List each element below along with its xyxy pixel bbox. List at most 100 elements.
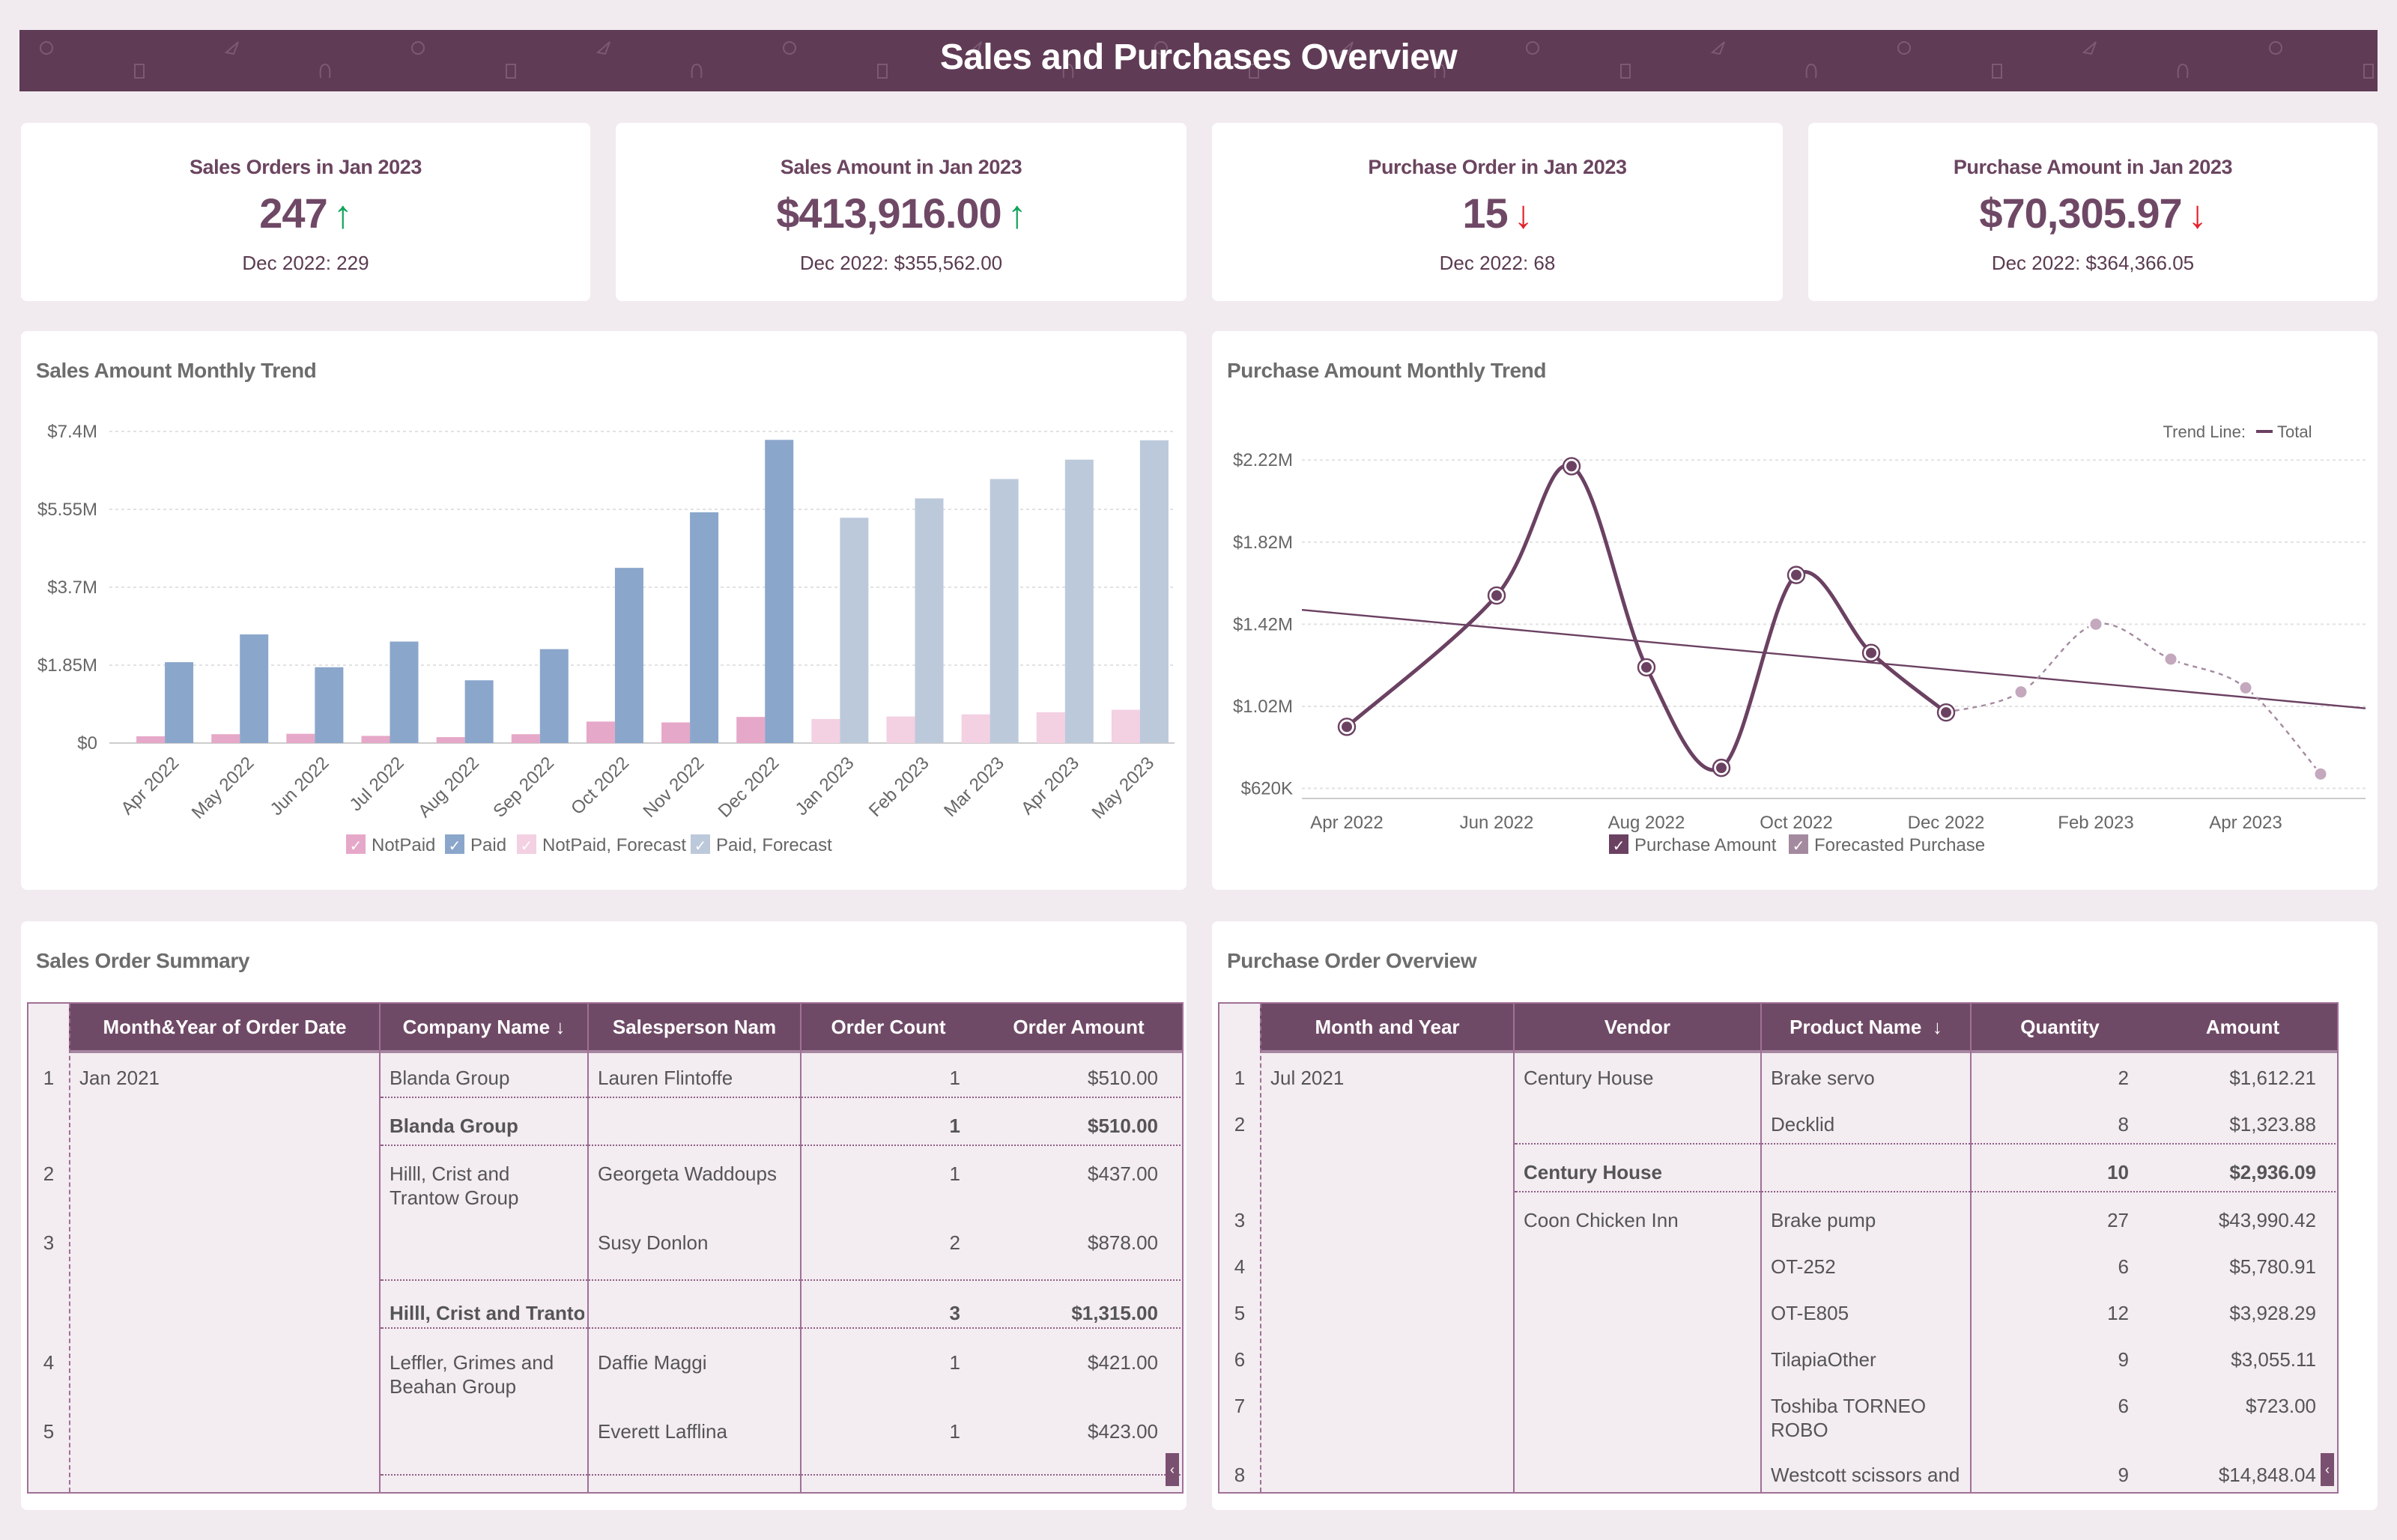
bar-paid bbox=[765, 440, 794, 743]
product-name-cell: Westcott scissors and bbox=[1771, 1464, 1960, 1486]
kpi-title: Sales Amount in Jan 2023 bbox=[780, 156, 1022, 178]
legend-label: NotPaid, Forecast bbox=[542, 835, 686, 855]
kpi-title: Purchase Amount in Jan 2023 bbox=[1953, 156, 2233, 178]
row-number: 2 bbox=[1234, 1113, 1246, 1136]
trend-legend-item: Total bbox=[2277, 422, 2312, 441]
column-header-month-year[interactable]: Month&Year of Order Date bbox=[70, 1004, 379, 1050]
kpi-card-purchase-amount[interactable]: Purchase Amount in Jan 2023 $70,305.97 ↓ … bbox=[1808, 123, 2378, 301]
sales-order-table[interactable]: Month&Year of Order Date Company Name ↓ … bbox=[27, 1002, 1184, 1494]
legend-label: Paid, Forecast bbox=[716, 835, 832, 855]
bar-notpaid-forecast bbox=[961, 714, 990, 743]
row-number: 5 bbox=[43, 1420, 55, 1443]
y-tick-label: $2.22M bbox=[1233, 450, 1293, 470]
purchase-order-table[interactable]: Month and Year Vendor Product Name ↓ Qua… bbox=[1218, 1002, 2339, 1494]
legend-item: ✓ NotPaid bbox=[346, 834, 435, 855]
month-year-cell: Jan 2021 bbox=[79, 1067, 160, 1089]
product-name-cell: OT-E805 bbox=[1771, 1302, 1849, 1324]
row-number: 2 bbox=[43, 1162, 55, 1185]
purchase-chart-panel: Purchase Amount Monthly Trend $620K $1.02… bbox=[1212, 331, 2378, 890]
row-number: 4 bbox=[1234, 1255, 1246, 1278]
scroll-left-handle[interactable]: ‹ bbox=[2321, 1453, 2334, 1486]
order-amount-cell: $878.00 bbox=[1088, 1231, 1158, 1254]
column-header-vendor[interactable]: Vendor bbox=[1515, 1004, 1760, 1050]
amount-cell: $3,055.11 bbox=[2231, 1348, 2316, 1371]
bar-notpaid bbox=[286, 733, 315, 743]
divider bbox=[1970, 1004, 1972, 1492]
column-header-month-year[interactable]: Month and Year bbox=[1261, 1004, 1513, 1050]
column-header-amount[interactable]: Amount bbox=[2150, 1004, 2336, 1050]
legend-item: ✓ Purchase Amount bbox=[1609, 834, 1777, 855]
quantity-cell: 12 bbox=[2107, 1302, 2129, 1324]
data-point-inner bbox=[1791, 569, 1801, 580]
sort-descending-icon[interactable]: ↓ bbox=[555, 1016, 565, 1038]
order-count-cell: 1 bbox=[949, 1420, 960, 1443]
row-divider bbox=[381, 1279, 1181, 1281]
forecast-point bbox=[2237, 679, 2254, 696]
y-tick-label: $5.55M bbox=[37, 500, 97, 520]
company-name-cell: Blanda Group bbox=[390, 1115, 518, 1137]
bar-paid-forecast bbox=[1139, 440, 1169, 743]
order-count-cell: 3 bbox=[949, 1302, 960, 1324]
column-header-salesperson[interactable]: Salesperson Nam bbox=[589, 1004, 800, 1050]
divider bbox=[1513, 1004, 1515, 1492]
product-name-cell: Brake pump bbox=[1771, 1209, 1876, 1231]
x-tick-label: Apr 2023 bbox=[1017, 753, 1083, 819]
company-name-cell: Hilll, Crist and Trantow bbox=[390, 1302, 584, 1324]
order-amount-cell: $437.00 bbox=[1088, 1162, 1158, 1185]
kpi-value: 15 ↓ bbox=[1212, 190, 1783, 238]
row-number: 4 bbox=[43, 1351, 55, 1374]
divider bbox=[587, 1004, 589, 1492]
legend-item: ✓ Paid bbox=[445, 834, 506, 855]
y-tick-label: $1.42M bbox=[1233, 614, 1293, 634]
row-number: 6 bbox=[1234, 1348, 1246, 1371]
bar-notpaid bbox=[511, 734, 540, 743]
check-icon: ✓ bbox=[449, 838, 461, 855]
order-count-cell: 1 bbox=[949, 1115, 960, 1137]
row-number: 1 bbox=[1234, 1067, 1246, 1089]
kpi-card-sales-orders[interactable]: Sales Orders in Jan 2023 247 ↑ Dec 2022: … bbox=[21, 123, 590, 301]
row-divider bbox=[381, 1327, 1181, 1329]
order-amount-cell: $421.00 bbox=[1088, 1351, 1158, 1374]
salesperson-cell: Lauren Flintoffe bbox=[598, 1067, 733, 1089]
x-tick-label: Jun 2022 bbox=[267, 753, 333, 819]
product-name-cell: Decklid bbox=[1771, 1113, 1835, 1136]
check-icon: ✓ bbox=[1793, 838, 1805, 855]
x-tick-label: Dec 2022 bbox=[1908, 813, 1985, 833]
kpi-card-sales-amount[interactable]: Sales Amount in Jan 2023 $413,916.00 ↑ De… bbox=[616, 123, 1187, 301]
month-year-cell: Jul 2021 bbox=[1270, 1067, 1345, 1089]
bar-notpaid bbox=[136, 736, 166, 743]
sort-descending-icon[interactable]: ↓ bbox=[1933, 1016, 1942, 1038]
column-header-product-name[interactable]: Product Name ↓ bbox=[1762, 1004, 1970, 1050]
sales-table-title: Sales Order Summary bbox=[36, 948, 249, 972]
kpi-card-purchase-orders[interactable]: Purchase Order in Jan 2023 15 ↓ Dec 2022:… bbox=[1212, 123, 1783, 301]
x-tick-label: May 2023 bbox=[1088, 753, 1159, 823]
dashboard-header-banner: Sales and Purchases Overview bbox=[19, 30, 2378, 91]
x-tick-label: Mar 2023 bbox=[940, 753, 1008, 821]
scroll-left-handle[interactable]: ‹ bbox=[1166, 1453, 1179, 1486]
row-number: 1 bbox=[43, 1067, 55, 1089]
dashboard: Sales and Purchases Overview Sales Order… bbox=[0, 0, 2397, 1540]
bar-notpaid bbox=[361, 736, 390, 743]
arrow-down-icon: ↓ bbox=[2187, 192, 2207, 237]
row-divider bbox=[1515, 1143, 2336, 1145]
row-divider bbox=[381, 1145, 1181, 1146]
column-header-order-amount[interactable]: Order Amount bbox=[977, 1004, 1181, 1050]
data-point-inner bbox=[1491, 590, 1502, 601]
x-tick-label: Jan 2023 bbox=[792, 753, 858, 819]
bar-notpaid bbox=[211, 734, 240, 743]
x-tick-label: Oct 2022 bbox=[1760, 813, 1832, 833]
y-tick-label: $620K bbox=[1241, 779, 1293, 799]
column-header-order-count[interactable]: Order Count bbox=[801, 1004, 975, 1050]
column-header-company-name[interactable]: Company Name ↓ bbox=[381, 1004, 587, 1050]
kpi-value: $413,916.00 ↑ bbox=[616, 190, 1187, 238]
row-number: 5 bbox=[1234, 1302, 1246, 1324]
check-icon: ✓ bbox=[350, 838, 363, 855]
bar-paid bbox=[165, 662, 194, 743]
column-header-quantity[interactable]: Quantity bbox=[1972, 1004, 2148, 1050]
bar-paid bbox=[614, 568, 643, 743]
x-tick-label: Apr 2022 bbox=[1310, 813, 1383, 833]
series-line-purchase-amount bbox=[1345, 463, 1948, 772]
amount-cell: $43,990.42 bbox=[2218, 1209, 2316, 1231]
product-name-cell: Toshiba TORNEO ROBO bbox=[1771, 1395, 1927, 1441]
bar-notpaid bbox=[736, 717, 766, 743]
